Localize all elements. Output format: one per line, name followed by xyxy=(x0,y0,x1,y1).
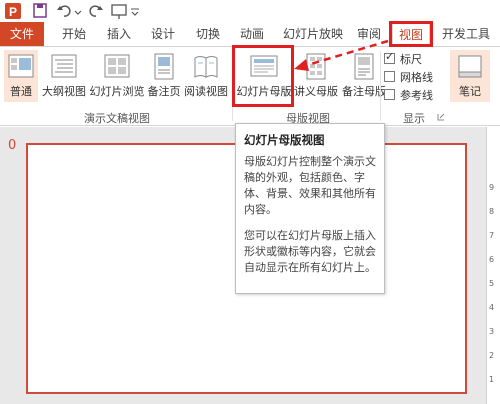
tab-transitions[interactable]: 切换 xyxy=(190,22,226,46)
checkbox-icon[interactable] xyxy=(384,89,395,100)
slide-number: 0 xyxy=(8,138,17,153)
notes-label: 笔记 xyxy=(459,85,481,98)
tab-developer[interactable]: 开发工具 xyxy=(436,22,496,46)
guides-label: 参考线 xyxy=(400,89,433,102)
handout-master-label: 讲义母版 xyxy=(294,85,338,98)
notes-page-button[interactable]: 备注页 xyxy=(146,50,182,102)
reading-view-button[interactable]: 阅读视图 xyxy=(182,50,230,102)
ruler-mark: 8 xyxy=(489,207,495,216)
slide-sorter-button[interactable]: 幻灯片浏览 xyxy=(88,50,146,102)
ruler-mark: 4 xyxy=(489,303,495,312)
slide-sorter-label: 幻灯片浏览 xyxy=(89,85,145,98)
slide-sorter-icon xyxy=(104,54,130,78)
notes-page-label: 备注页 xyxy=(147,85,181,98)
customize-toolbar-icon[interactable] xyxy=(130,2,140,20)
gridlines-label: 网格线 xyxy=(400,71,433,84)
notes-button[interactable]: 笔记 xyxy=(450,50,490,102)
show-group-label: 显示 xyxy=(403,112,425,125)
ruler-mark: 3 xyxy=(489,327,495,336)
slide-master-highlight xyxy=(232,45,294,107)
notes-icon xyxy=(458,55,482,78)
ruler-mark: 2 xyxy=(489,351,495,360)
dialog-launcher-icon[interactable] xyxy=(437,113,445,121)
reading-view-icon xyxy=(194,56,218,78)
notes-page-icon xyxy=(154,53,174,80)
save-icon[interactable] xyxy=(32,2,48,20)
ruler-mark: 5 xyxy=(489,279,495,288)
quick-access-toolbar: P xyxy=(0,0,500,22)
powerpoint-logo-icon: P xyxy=(5,3,21,19)
tab-file[interactable]: 文件 xyxy=(0,22,44,46)
ruler-mark: 9 xyxy=(489,183,495,192)
chevron-down-icon[interactable] xyxy=(74,2,82,20)
tab-animations[interactable]: 动画 xyxy=(234,22,270,46)
outline-view-icon xyxy=(51,54,77,78)
svg-text:P: P xyxy=(9,5,17,19)
reading-view-label: 阅读视图 xyxy=(184,85,228,98)
ruler-mark: 1 xyxy=(489,375,495,384)
redo-icon[interactable] xyxy=(88,2,104,20)
dashed-arrow-icon xyxy=(294,39,389,71)
outline-view-label: 大纲视图 xyxy=(42,85,86,98)
ruler-mark: 6 xyxy=(489,255,495,264)
normal-view-button[interactable]: 普通 xyxy=(4,50,38,102)
slide-master-tooltip: 幻灯片母版视图 母版幻灯片控制整个演示文稿的外观，包括颜色、字体、背景、效果和其… xyxy=(235,123,385,294)
ruler-label: 标尺 xyxy=(400,53,422,66)
normal-view-icon xyxy=(8,54,34,78)
tooltip-paragraph: 您可以在幻灯片母版上插入形状或徽标等内容，它就会自动显示在所有幻灯片上。 xyxy=(244,229,376,274)
normal-view-label: 普通 xyxy=(10,85,32,98)
presentation-views-group-label: 演示文稿视图 xyxy=(84,112,150,125)
tooltip-paragraph: 母版幻灯片控制整个演示文稿的外观，包括颜色、字体、背景、效果和其他所有内容。 xyxy=(244,155,376,216)
outline-view-button[interactable]: 大纲视图 xyxy=(40,50,88,102)
vertical-ruler: 9 8 7 6 5 4 3 2 1 xyxy=(486,127,500,404)
tooltip-title: 幻灯片母版视图 xyxy=(244,133,325,147)
tab-home[interactable]: 开始 xyxy=(56,22,92,46)
tab-insert[interactable]: 插入 xyxy=(101,22,137,46)
start-slideshow-icon[interactable] xyxy=(110,2,128,20)
undo-icon[interactable] xyxy=(56,2,72,20)
view-tab-highlight xyxy=(389,21,433,47)
ruler-mark: 7 xyxy=(489,231,495,240)
tab-design[interactable]: 设计 xyxy=(145,22,181,46)
